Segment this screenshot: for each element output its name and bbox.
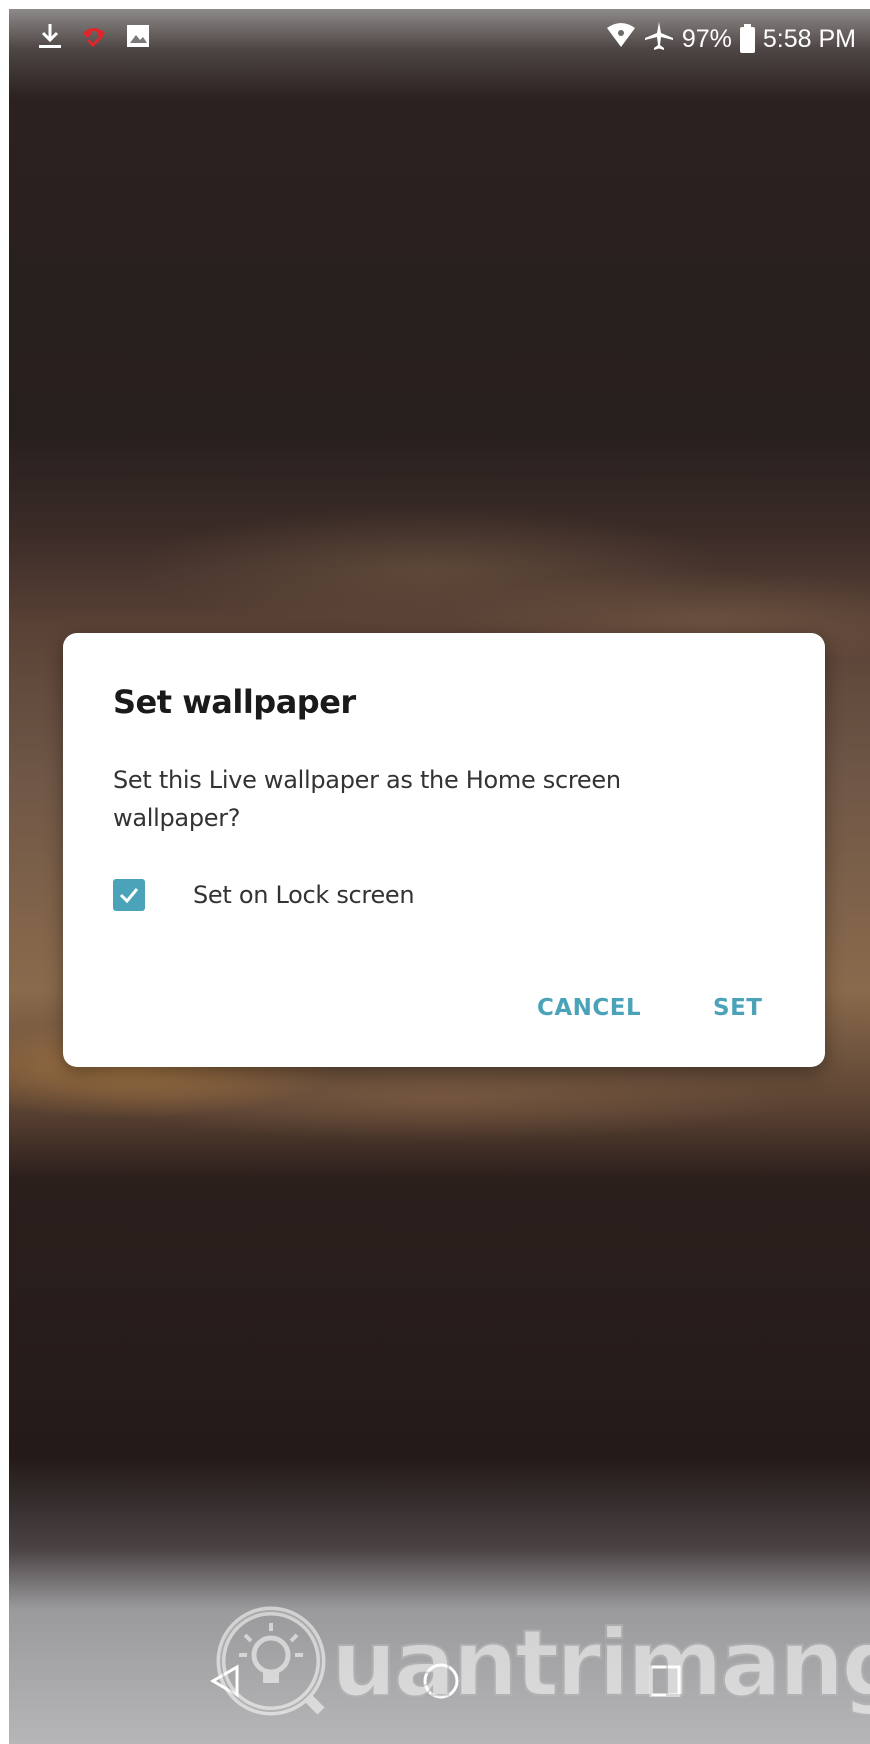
set-wallpaper-dialog: Set wallpaper Set this Live wallpaper as… (63, 633, 825, 1067)
watermark: uantrimang (215, 1605, 870, 1721)
lightbulb-logo-icon (215, 1605, 327, 1721)
status-bar-system: 97% 5:58 PM (606, 21, 856, 58)
battery-percent: 97% (681, 25, 732, 53)
status-bar-notifications (37, 21, 151, 55)
battery-icon (739, 23, 755, 53)
airplane-mode-icon (644, 21, 674, 58)
image-icon (125, 23, 151, 53)
set-button[interactable]: SET (713, 995, 762, 1021)
lock-screen-checkbox[interactable] (113, 879, 145, 911)
lock-screen-option[interactable]: Set on Lock screen (113, 879, 415, 911)
clock: 5:58 PM (762, 25, 856, 53)
dialog-title: Set wallpaper (113, 683, 356, 721)
watermark-text: uantrimang (330, 1609, 870, 1718)
wifi-icon (606, 23, 636, 56)
download-icon (37, 22, 63, 54)
status-bar: 97% 5:58 PM (9, 9, 870, 65)
checkmark-icon (119, 888, 139, 904)
missed-call-icon (79, 21, 109, 55)
lock-screen-label: Set on Lock screen (193, 881, 415, 909)
screen: 97% 5:58 PM Set wallpaper Set this Live … (9, 9, 870, 1744)
cancel-button[interactable]: CANCEL (537, 995, 641, 1021)
dialog-message: Set this Live wallpaper as the Home scre… (113, 766, 621, 832)
